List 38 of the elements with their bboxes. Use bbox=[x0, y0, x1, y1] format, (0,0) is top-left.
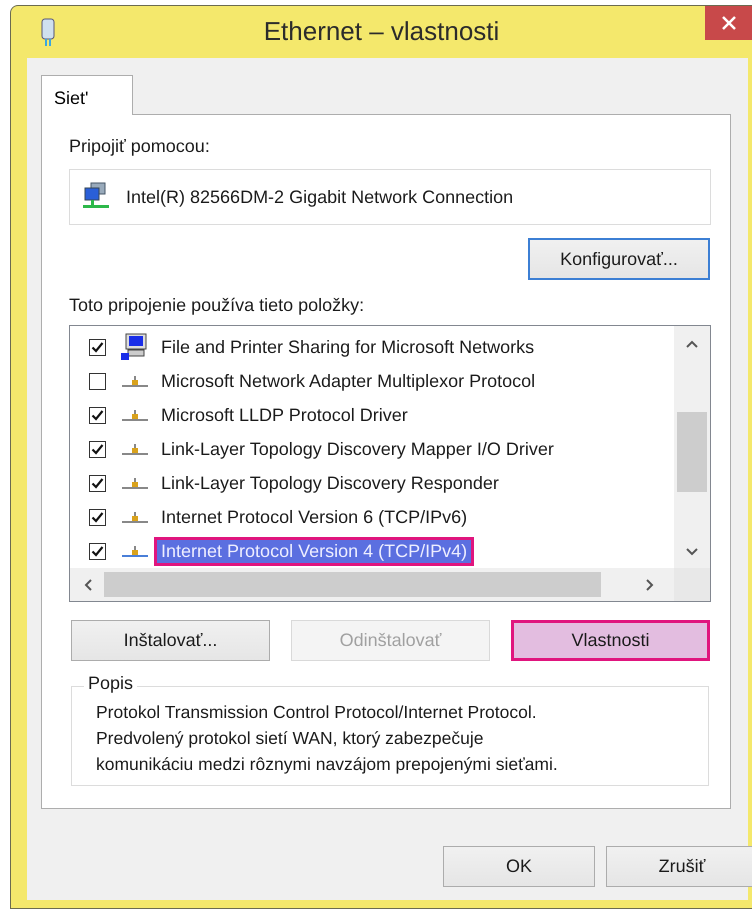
close-button[interactable] bbox=[705, 6, 752, 40]
checkbox[interactable] bbox=[89, 338, 106, 356]
network-protocol-icon bbox=[122, 376, 148, 386]
checkbox[interactable] bbox=[89, 372, 106, 390]
action-button[interactable]: Inštalovať... bbox=[71, 620, 270, 661]
action-button[interactable]: Vlastnosti bbox=[511, 620, 710, 661]
checkbox[interactable] bbox=[89, 440, 106, 458]
network-protocol-icon bbox=[122, 512, 148, 522]
dialog-button[interactable]: Zrušiť bbox=[606, 846, 752, 887]
list-item[interactable]: Link-Layer Topology Discovery Mapper I/O Driver bbox=[154, 434, 561, 464]
close-icon bbox=[720, 15, 736, 31]
window-title: Ethernet – vlastnosti bbox=[264, 16, 500, 47]
checkbox[interactable] bbox=[89, 406, 106, 424]
checkbox[interactable] bbox=[89, 508, 106, 526]
adapter-name: Intel(R) 82566DM-2 Gigabit Network Connection bbox=[126, 186, 514, 208]
configure-button[interactable]: Konfigurovať... bbox=[528, 238, 710, 280]
network-protocol-icon bbox=[122, 444, 148, 454]
network-protocol-icon bbox=[122, 410, 148, 420]
field-label: Pripojiť pomocou: bbox=[69, 135, 211, 157]
network-protocol-icon bbox=[122, 478, 148, 488]
tab[interactable]: Siet' bbox=[41, 75, 133, 115]
network-protocol-icon bbox=[122, 546, 148, 556]
checkbox[interactable] bbox=[89, 474, 106, 492]
horizontal-scrollbar[interactable] bbox=[70, 568, 674, 601]
vertical-scrollbar[interactable] bbox=[674, 326, 710, 568]
description-text: Protokol Transmission Control Protocol/Internet Protocol. Predvolený protokol sietí WAN, ktorý zabezpečuje komunikáciu medzi rôznymi navzájom prepojenými sieťami. bbox=[96, 701, 559, 776]
checkbox[interactable] bbox=[89, 542, 106, 560]
list-item[interactable]: Microsoft Network Adapter Multiplexor Protocol bbox=[154, 366, 542, 396]
group-title: Popis bbox=[84, 673, 138, 694]
dialog-button[interactable]: OK bbox=[443, 846, 595, 887]
list-item[interactable]: Microsoft LLDP Protocol Driver bbox=[154, 400, 415, 430]
list-item[interactable]: Internet Protocol Version 6 (TCP/IPv6) bbox=[154, 502, 474, 532]
list-label: Toto pripojenie používa tieto položky: bbox=[69, 294, 366, 316]
plug-icon bbox=[41, 18, 55, 48]
list-item[interactable]: Internet Protocol Version 4 (TCP/IPv4) bbox=[154, 536, 474, 566]
scrollbar-corner bbox=[674, 568, 710, 601]
list-item[interactable]: File and Printer Sharing for Microsoft Networks bbox=[154, 332, 542, 362]
list-item[interactable]: Link-Layer Topology Discovery Responder bbox=[154, 468, 506, 498]
